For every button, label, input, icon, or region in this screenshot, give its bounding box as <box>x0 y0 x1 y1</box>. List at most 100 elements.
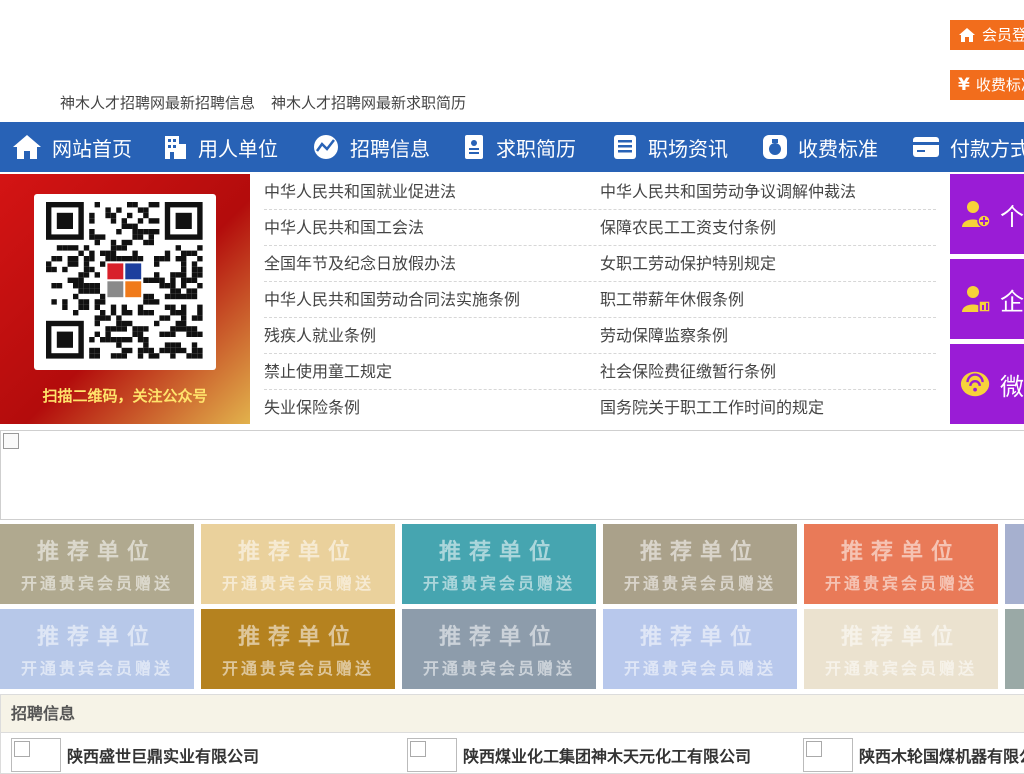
tile-title: 推荐单位 <box>438 625 559 650</box>
law-link[interactable]: 中华人民共和国劳动争议调解仲裁法 <box>600 174 936 209</box>
person-add-icon <box>962 201 991 228</box>
money-bag-icon <box>763 135 787 159</box>
company-logo <box>407 738 457 772</box>
nav-resumes[interactable]: 求职简历 <box>450 122 600 172</box>
list-item: 中华人民共和国劳动合同法实施条例 职工带薪年休假条例 <box>264 282 936 318</box>
tile-title: 推荐单位 <box>36 625 157 650</box>
law-link[interactable]: 残疾人就业条例 <box>264 318 600 353</box>
tile-subtitle: 开通贵宾会员赠送 <box>221 574 374 593</box>
nav-pricing[interactable]: 收费标准 <box>750 122 900 172</box>
list-item: 全国年节及纪念日放假办法 女职工劳动保护特别规定 <box>264 246 936 282</box>
building-icon <box>165 136 186 159</box>
law-link[interactable]: 中华人民共和国劳动合同法实施条例 <box>264 282 600 317</box>
list-item: 失业保险条例 国务院关于职工工作时间的规定 <box>264 390 936 426</box>
list-item[interactable]: 陕西木轮国煤机器有限公司 <box>803 738 1024 772</box>
law-link[interactable]: 保障农民工工资支付条例 <box>600 210 936 245</box>
main-nav: 网站首页 用人单位 招聘信息 求职简历 职场资讯 收费标准 付款方式 <box>0 122 1024 172</box>
home-icon <box>13 135 41 159</box>
nav-label: 求职简历 <box>496 136 576 161</box>
recommended-unit-tile[interactable]: 推荐单位开通贵宾会员赠送 <box>1005 524 1024 604</box>
recommended-unit-tile[interactable]: 推荐单位开通贵宾会员赠送 <box>804 609 998 689</box>
enterprise-button[interactable]: 企 <box>950 259 1024 339</box>
tile-title: 推荐单位 <box>237 540 358 565</box>
personal-button[interactable]: 个 <box>950 174 1024 254</box>
company-name[interactable]: 陕西盛世巨鼎实业有限公司 <box>67 743 259 767</box>
broken-image-icon <box>3 433 19 449</box>
tile-title: 推荐单位 <box>639 540 760 565</box>
tile-subtitle: 开通贵宾会员赠送 <box>20 574 173 593</box>
law-link[interactable]: 禁止使用童工规定 <box>264 354 600 389</box>
wechat-button[interactable]: 微 <box>950 344 1024 424</box>
laws-list: 中华人民共和国就业促进法 中华人民共和国劳动争议调解仲裁法 中华人民共和国工会法… <box>264 174 936 426</box>
nav-payment[interactable]: 付款方式 <box>900 122 1024 172</box>
latest-resumes-link[interactable]: 神木人才招聘网最新求职简历 <box>271 92 466 113</box>
nav-label: 收费标准 <box>798 136 878 161</box>
banner-placeholder <box>0 430 1024 520</box>
recommended-unit-tile[interactable]: 推荐单位开通贵宾会员赠送 <box>603 524 797 604</box>
personal-label: 个 <box>1000 202 1024 231</box>
law-link[interactable]: 全国年节及纪念日放假办法 <box>264 246 600 281</box>
card-icon <box>913 137 939 157</box>
tile-subtitle: 开通贵宾会员赠送 <box>422 659 575 678</box>
company-name[interactable]: 陕西木轮国煤机器有限公司 <box>859 743 1024 767</box>
latest-jobs-link[interactable]: 神木人才招聘网最新招聘信息 <box>60 92 255 113</box>
law-link[interactable]: 劳动保障监察条例 <box>600 318 936 353</box>
member-login-button[interactable]: 会员登录 <box>950 20 1024 50</box>
tile-subtitle: 开通贵宾会员赠送 <box>221 659 374 678</box>
law-link[interactable]: 中华人民共和国就业促进法 <box>264 174 600 209</box>
recommended-unit-tile[interactable]: 推荐单位开通贵宾会员赠送 <box>402 609 596 689</box>
qr-code <box>34 194 216 370</box>
nav-label: 招聘信息 <box>350 136 430 161</box>
recommended-unit-tile[interactable]: 推荐单位开通贵宾会员赠送 <box>804 524 998 604</box>
tile-title: 推荐单位 <box>840 625 961 650</box>
law-link[interactable]: 社会保险费征缴暂行条例 <box>600 354 936 389</box>
recommended-unit-tile[interactable]: 推荐单位开通贵宾会员赠送 <box>0 609 194 689</box>
job-listings: 招聘信息 陕西盛世巨鼎实业有限公司 陕西煤业化工集团神木天元化工有限公司 陕西木… <box>0 694 1024 774</box>
pricing-label: 收费标准 <box>975 76 1024 94</box>
tile-subtitle: 开通贵宾会员赠送 <box>824 574 977 593</box>
recommended-unit-tile[interactable]: 推荐单位开通贵宾会员赠送 <box>201 609 395 689</box>
nav-news[interactable]: 职场资讯 <box>600 122 750 172</box>
tile-title: 推荐单位 <box>840 540 961 565</box>
nav-label: 网站首页 <box>52 136 132 161</box>
chart-icon <box>314 135 338 159</box>
wechat-label: 微 <box>1000 372 1024 401</box>
company-logo <box>803 738 853 772</box>
news-icon <box>614 135 636 159</box>
nav-label: 付款方式 <box>950 136 1024 161</box>
tile-subtitle: 开通贵宾会员赠送 <box>20 659 173 678</box>
tile-subtitle: 开通贵宾会员赠送 <box>422 574 575 593</box>
qr-caption: 扫描二维码，关注公众号 <box>42 387 208 405</box>
qr-panel: 扫描二维码，关注公众号 <box>0 174 250 424</box>
recommended-unit-tile[interactable]: 推荐单位开通贵宾会员赠送 <box>1005 609 1024 689</box>
list-item: 残疾人就业条例 劳动保障监察条例 <box>264 318 936 354</box>
home-icon <box>959 28 975 42</box>
law-link[interactable]: 中华人民共和国工会法 <box>264 210 600 245</box>
law-link[interactable]: 失业保险条例 <box>264 390 600 426</box>
enterprise-label: 企 <box>1000 287 1024 316</box>
nav-label: 职场资讯 <box>648 136 728 161</box>
recommended-unit-tile[interactable]: 推荐单位开通贵宾会员赠送 <box>0 524 194 604</box>
pricing-button[interactable]: ¥ 收费标准 <box>950 70 1024 100</box>
law-link[interactable]: 女职工劳动保护特别规定 <box>600 246 936 281</box>
recommended-unit-tile[interactable]: 推荐单位开通贵宾会员赠送 <box>201 524 395 604</box>
law-link[interactable]: 职工带薪年休假条例 <box>600 282 936 317</box>
qr-code-image <box>46 202 203 359</box>
nav-employers[interactable]: 用人单位 <box>150 122 300 172</box>
member-login-label: 会员登录 <box>982 26 1024 44</box>
list-item: 禁止使用童工规定 社会保险费征缴暂行条例 <box>264 354 936 390</box>
law-link[interactable]: 国务院关于职工工作时间的规定 <box>600 390 936 426</box>
list-item[interactable]: 陕西煤业化工集团神木天元化工有限公司 <box>407 738 751 772</box>
company-logo <box>11 738 61 772</box>
recommended-units-grid: 推荐单位 开通贵宾会员赠送 推荐单位 开通贵宾会员赠送 推荐单位 开通贵宾会员赠送 推荐单位… <box>0 524 1024 690</box>
recommended-unit-tile[interactable]: 推荐单位开通贵宾会员赠送 <box>603 609 797 689</box>
list-item[interactable]: 陕西盛世巨鼎实业有限公司 <box>11 738 259 772</box>
nav-jobs[interactable]: 招聘信息 <box>300 122 450 172</box>
tile-title: 推荐单位 <box>36 540 157 565</box>
nav-home[interactable]: 网站首页 <box>0 122 150 172</box>
wechat-icon <box>960 371 990 397</box>
recommended-unit-tile[interactable]: 推荐单位开通贵宾会员赠送 <box>402 524 596 604</box>
enterprise-icon <box>962 286 991 313</box>
company-name[interactable]: 陕西煤业化工集团神木天元化工有限公司 <box>463 743 751 767</box>
nav-label: 用人单位 <box>198 136 278 161</box>
